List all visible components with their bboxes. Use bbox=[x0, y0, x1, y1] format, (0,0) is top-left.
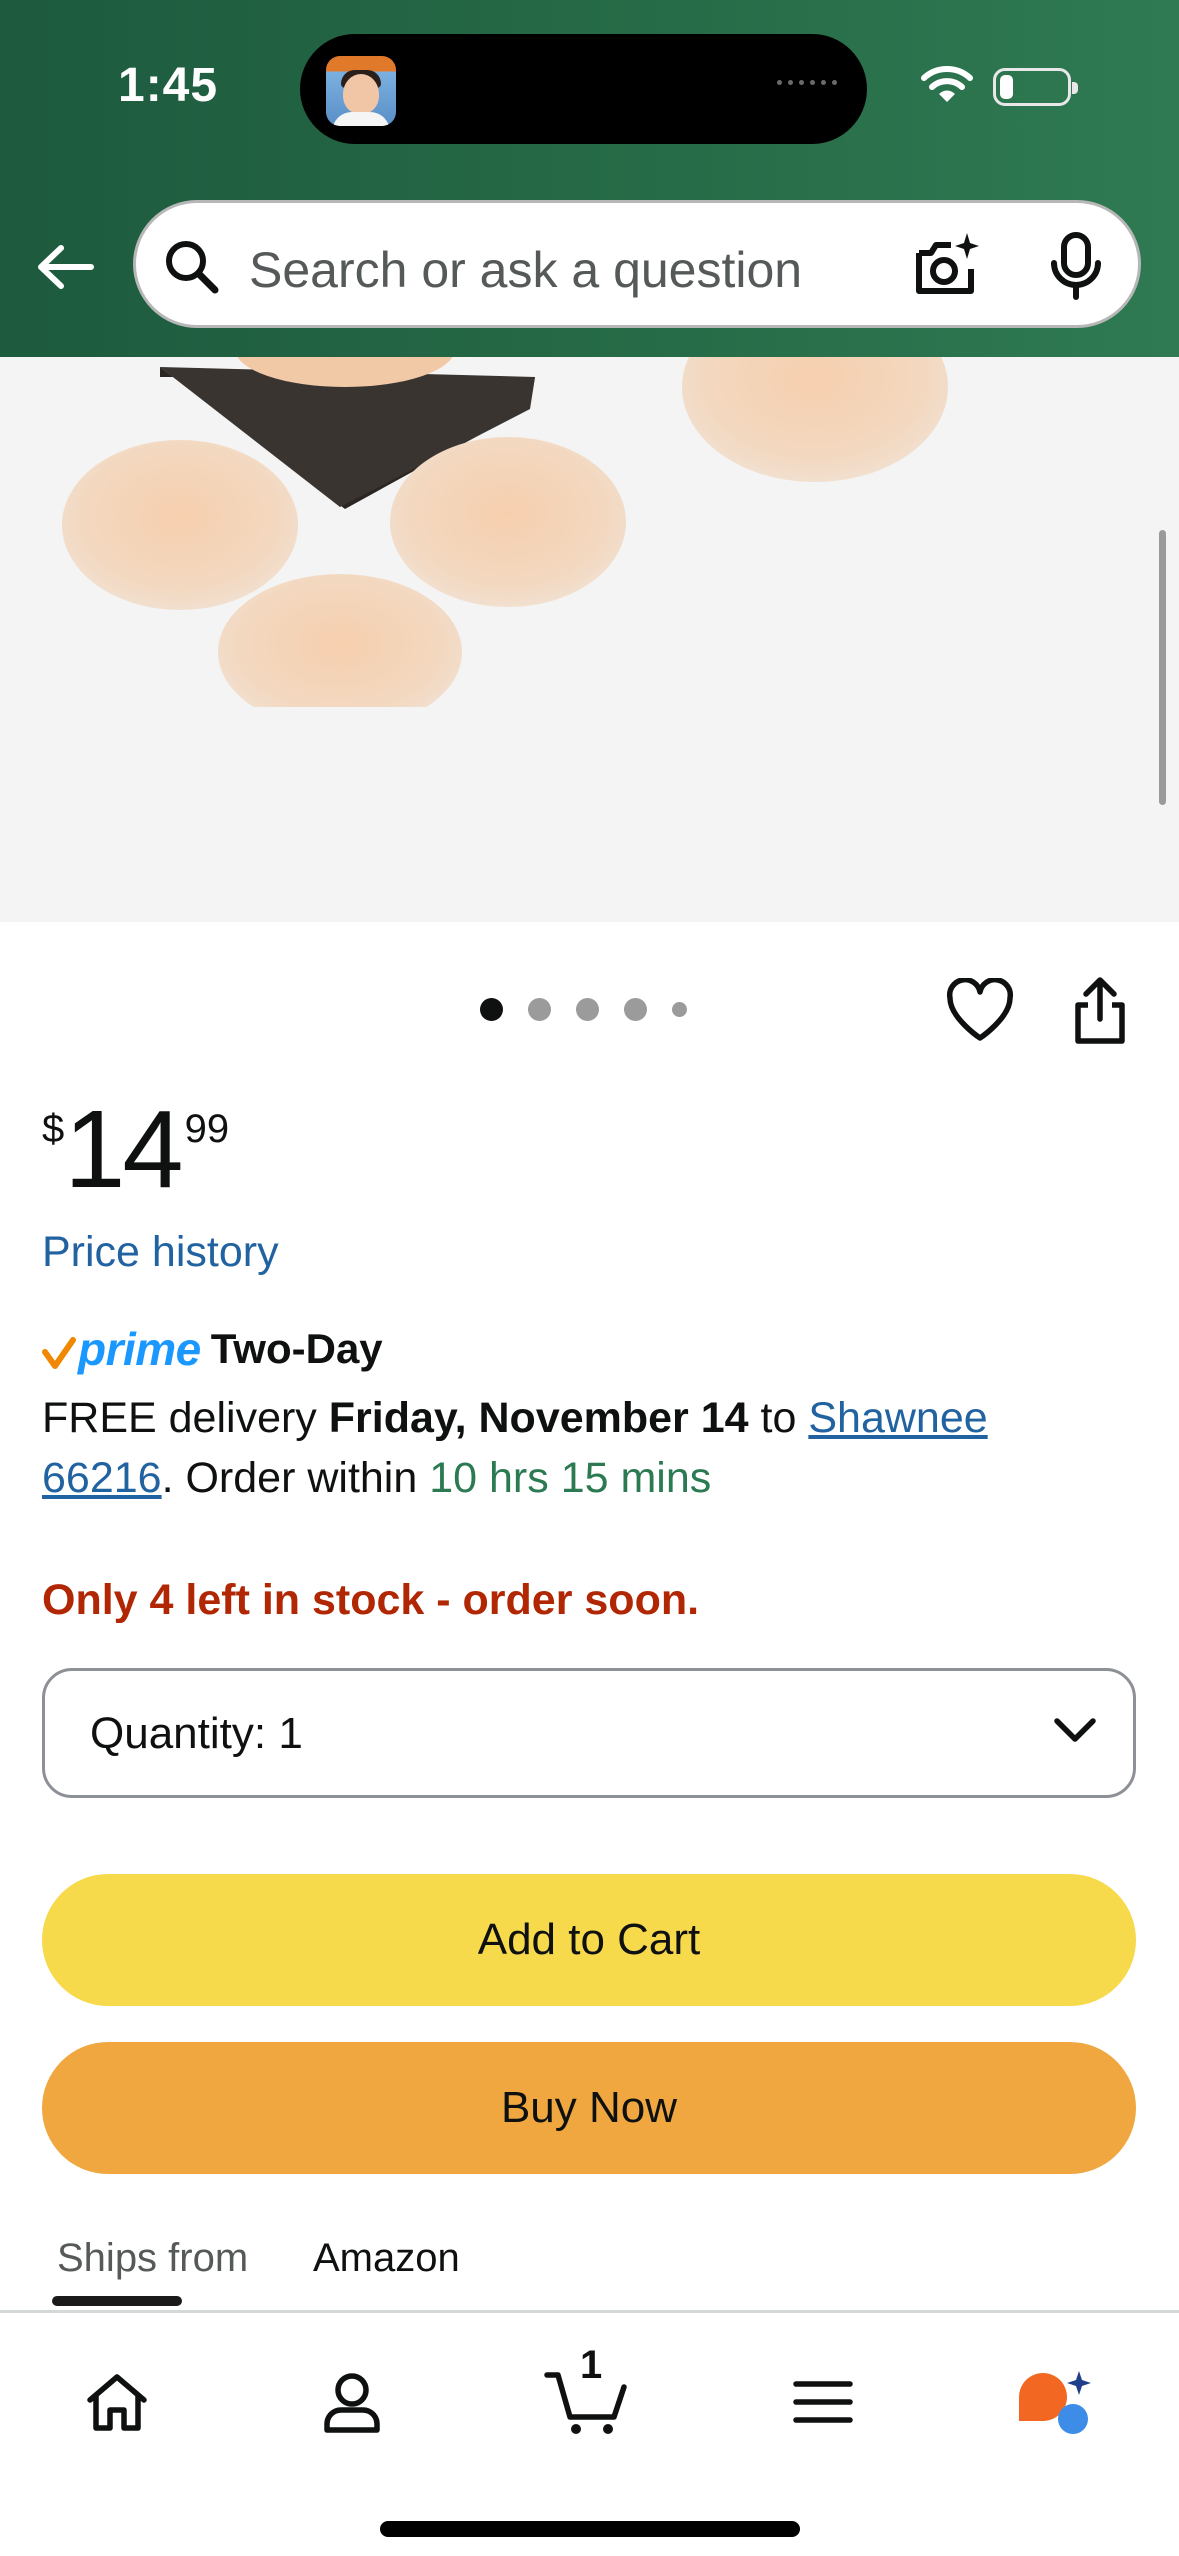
tab-cart[interactable]: 1 bbox=[542, 2343, 632, 2447]
bottom-tab-bar: 1 bbox=[0, 2310, 1179, 2556]
menu-icon bbox=[793, 2381, 853, 2423]
price-history-link[interactable]: Price history bbox=[42, 1228, 279, 1277]
cart-count-badge: 1 bbox=[580, 2343, 603, 2387]
price-whole: 14 bbox=[64, 1088, 183, 1211]
ships-from-label: Ships from bbox=[57, 2236, 249, 2280]
wifi-icon bbox=[921, 66, 973, 102]
chevron-down-icon bbox=[1054, 1718, 1096, 1742]
account-icon bbox=[324, 2373, 380, 2433]
search-icon bbox=[166, 241, 219, 294]
search-input[interactable]: Search or ask a question bbox=[249, 241, 802, 299]
sold-by-row-peek bbox=[52, 2296, 182, 2306]
stock-warning: Only 4 left in stock - order soon. bbox=[42, 1576, 700, 1624]
camera-search-icon[interactable] bbox=[911, 231, 981, 301]
product-image[interactable] bbox=[0, 357, 1179, 922]
search-bar[interactable]: Search or ask a question bbox=[133, 200, 1141, 328]
dynamic-island[interactable] bbox=[300, 34, 867, 144]
live-activity-avatar bbox=[326, 56, 396, 126]
microphone-icon[interactable] bbox=[1046, 231, 1106, 301]
add-to-cart-button[interactable]: Add to Cart bbox=[42, 1874, 1136, 2006]
order-within-text: . Order within bbox=[161, 1454, 418, 1502]
delivery-date: Friday, November 14 bbox=[328, 1394, 749, 1442]
quantity-dropdown[interactable]: Quantity: 1 bbox=[42, 1668, 1136, 1798]
tab-menu[interactable] bbox=[778, 2357, 868, 2447]
app-header: 1:45 Search or ask a question bbox=[0, 0, 1179, 357]
order-countdown: 10 hrs 15 mins bbox=[429, 1454, 712, 1502]
buy-now-button[interactable]: Buy Now bbox=[42, 2042, 1136, 2174]
quantity-value: 1 bbox=[278, 1709, 303, 1758]
delivery-to-text: to bbox=[760, 1394, 797, 1442]
carousel-dot[interactable] bbox=[624, 998, 647, 1021]
prime-speed: Two-Day bbox=[210, 1325, 383, 1372]
scroll-indicator[interactable] bbox=[1159, 530, 1166, 805]
back-button[interactable] bbox=[30, 232, 100, 302]
product-price: $ 14 99 bbox=[42, 1095, 229, 1205]
carousel-dot[interactable] bbox=[480, 998, 503, 1021]
prime-logo-text: prime bbox=[78, 1323, 201, 1375]
price-fraction: 99 bbox=[184, 1107, 230, 1151]
carousel-dot[interactable] bbox=[576, 998, 599, 1021]
quantity-label-text: Quantity: bbox=[90, 1709, 267, 1758]
battery-icon bbox=[993, 68, 1078, 106]
product-photo bbox=[62, 357, 948, 787]
share-icon[interactable] bbox=[1070, 975, 1130, 1047]
tab-account[interactable] bbox=[307, 2357, 397, 2447]
free-delivery-text: FREE delivery bbox=[42, 1394, 317, 1442]
rufus-ai-icon bbox=[1019, 2371, 1091, 2434]
carousel-dot[interactable] bbox=[672, 1002, 687, 1017]
tab-rufus-ai[interactable] bbox=[1012, 2357, 1102, 2447]
image-carousel-dots[interactable] bbox=[480, 998, 687, 1021]
delivery-message: FREE delivery Friday, November 14 to Sha… bbox=[42, 1388, 1142, 1508]
audio-waveform-icon bbox=[777, 80, 837, 85]
tab-home[interactable] bbox=[72, 2357, 162, 2447]
quantity-label: Quantity: 1 bbox=[90, 1709, 303, 1759]
ships-from-value: Amazon bbox=[313, 2236, 460, 2280]
carousel-dot[interactable] bbox=[528, 998, 551, 1021]
price-currency: $ bbox=[42, 1107, 65, 1151]
home-icon bbox=[87, 2374, 147, 2431]
back-arrow-icon bbox=[38, 245, 94, 289]
delivery-location-city[interactable]: Shawnee bbox=[808, 1394, 987, 1442]
prime-badge: prime Two-Day bbox=[42, 1322, 383, 1376]
prime-check-icon bbox=[42, 1337, 76, 1369]
wishlist-heart-icon[interactable] bbox=[945, 978, 1015, 1044]
home-indicator[interactable] bbox=[380, 2521, 800, 2537]
delivery-location-zip[interactable]: 66216 bbox=[42, 1454, 162, 1502]
status-time: 1:45 bbox=[118, 59, 219, 112]
